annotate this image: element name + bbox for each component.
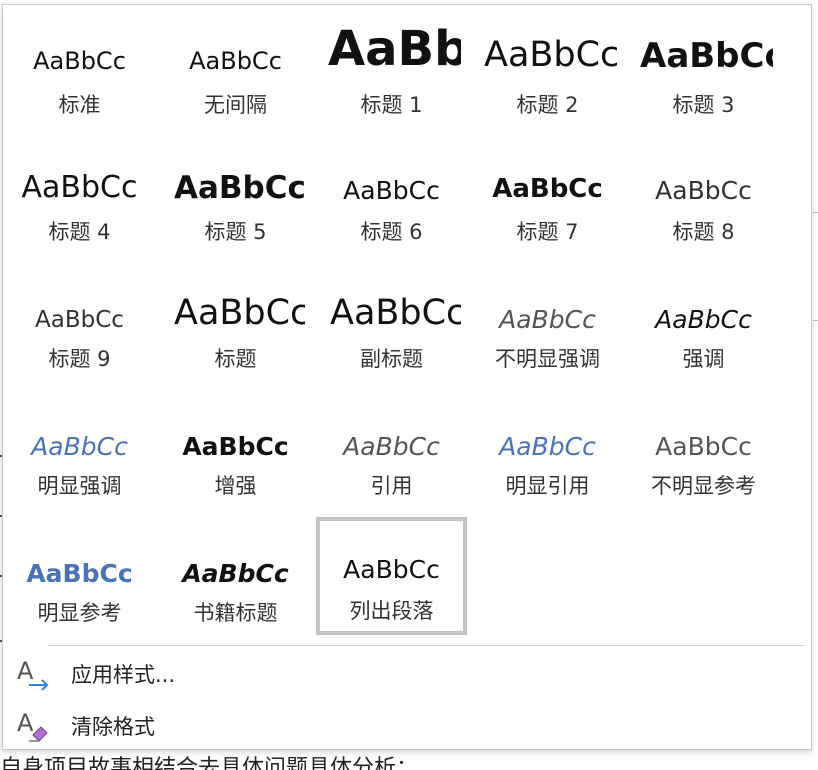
style-name: 标准 <box>58 93 101 117</box>
style-tile-intense-emphasis[interactable]: AaBbCc 明显强调 <box>6 396 153 512</box>
apply-styles-label: 应用样式... <box>71 663 176 687</box>
style-tile-subtle-reference[interactable]: AaBbCc 不明显参考 <box>630 396 777 512</box>
style-name: 标题 2 <box>516 93 579 117</box>
style-preview: AaBbCc <box>182 559 289 588</box>
document-ruler-mark <box>813 212 818 213</box>
style-name: 书籍标题 <box>193 601 278 625</box>
style-tile-subtle-emphasis[interactable]: AaBbCc 不明显强调 <box>474 269 621 385</box>
style-preview: AaBbCc <box>343 432 440 461</box>
style-preview: AaBbCc <box>174 293 305 333</box>
style-tile-normal[interactable]: AaBbCc 标准 <box>6 15 153 131</box>
style-tile-heading-5[interactable]: AaBbCc 标题 5 <box>162 142 309 258</box>
style-preview: AaBbCc <box>492 174 603 204</box>
style-name: 标题 1 <box>360 93 423 117</box>
style-name: 标题 9 <box>48 347 111 371</box>
style-tile-book-title[interactable]: AaBbCc 书籍标题 <box>162 523 309 639</box>
style-tile-heading-6[interactable]: AaBbCc 标题 6 <box>318 142 465 258</box>
style-tile-intense-reference[interactable]: AaBbCc 明显参考 <box>6 523 153 639</box>
style-name: 不明显参考 <box>651 474 756 498</box>
style-tile-quote[interactable]: AaBbCc 引用 <box>318 396 465 512</box>
style-tile-heading-3[interactable]: AaBbCc 标题 3 <box>630 15 777 131</box>
menu-divider <box>47 645 805 646</box>
style-name: 强调 <box>682 347 725 371</box>
document-background-edge <box>811 0 818 770</box>
style-name: 引用 <box>370 474 413 498</box>
style-name: 副标题 <box>360 347 423 371</box>
svg-text:A: A <box>17 657 34 685</box>
style-preview: AaBbCc <box>499 305 596 334</box>
style-preview: AaBbCc <box>655 432 752 461</box>
style-preview: AaBbCc <box>343 176 440 205</box>
style-name: 不明显强调 <box>495 347 600 371</box>
style-name: 明显引用 <box>505 474 590 498</box>
style-preview: AaBbCc <box>189 47 282 75</box>
style-name: 明显强调 <box>37 474 122 498</box>
style-name: 列出段落 <box>349 599 434 623</box>
style-name: 标题 4 <box>48 220 111 244</box>
style-preview: AaBbCc <box>484 35 617 75</box>
style-tile-heading-7[interactable]: AaBbCc 标题 7 <box>474 142 621 258</box>
style-name: 标题 8 <box>672 220 735 244</box>
style-name: 标题 5 <box>204 220 267 244</box>
style-preview: AaBbCc <box>640 36 773 76</box>
style-preview: AaBbCc <box>343 555 440 584</box>
style-tile-list-paragraph[interactable]: AaBbCc 列出段落 <box>316 517 467 635</box>
style-tile-subtitle[interactable]: AaBbCc 副标题 <box>318 269 465 385</box>
document-text-line: 自身项目故事相结合去具体问题具体分析： <box>0 756 419 770</box>
style-preview: AaBbCc <box>328 21 461 77</box>
style-tile-no-spacing[interactable]: AaBbCc 无间隔 <box>162 15 309 131</box>
svg-text:A: A <box>17 709 34 737</box>
apply-styles-icon: A <box>15 655 51 691</box>
style-preview: AaBbCc <box>330 293 461 333</box>
style-tile-heading-2[interactable]: AaBbCc 标题 2 <box>474 15 621 131</box>
style-preview: AaBbCc <box>655 176 752 205</box>
style-tile-heading-8[interactable]: AaBbCc 标题 8 <box>630 142 777 258</box>
style-name: 无间隔 <box>204 93 267 117</box>
style-preview: AaBbCc <box>499 432 596 461</box>
style-name: 标题 3 <box>672 93 735 117</box>
style-preview: AaBbCc <box>31 432 128 461</box>
style-name: 标题 <box>214 347 257 371</box>
style-tile-heading-1[interactable]: AaBbCc 标题 1 <box>318 15 465 131</box>
style-preview: AaBbCc <box>655 305 752 334</box>
style-preview: AaBbCc <box>35 307 124 333</box>
style-preview: AaBbCc <box>182 432 289 461</box>
styles-gallery: AaBbCc 标准 AaBbCc 无间隔 AaBbCc 标题 1 AaBbCc … <box>3 5 811 645</box>
style-name: 标题 6 <box>360 220 423 244</box>
clear-formatting-icon: A <box>15 707 51 743</box>
apply-styles-menu-item[interactable]: A 应用样式... <box>11 649 801 697</box>
clear-formatting-menu-item[interactable]: A 清除格式 <box>11 701 801 749</box>
clear-formatting-label: 清除格式 <box>71 715 155 739</box>
style-name: 标题 7 <box>516 220 579 244</box>
style-tile-intense-quote[interactable]: AaBbCc 明显引用 <box>474 396 621 512</box>
style-tile-heading-9[interactable]: AaBbCc 标题 9 <box>6 269 153 385</box>
style-tile-strong[interactable]: AaBbCc 增强 <box>162 396 309 512</box>
styles-dropdown-panel: AaBbCc 标准 AaBbCc 无间隔 AaBbCc 标题 1 AaBbCc … <box>2 4 812 750</box>
document-ruler-mark <box>813 320 818 321</box>
style-tile-heading-4[interactable]: AaBbCc 标题 4 <box>6 142 153 258</box>
style-preview: AaBbCc <box>33 47 126 75</box>
style-name: 明显参考 <box>37 601 122 625</box>
style-preview: AaBbCc <box>21 170 138 205</box>
style-tile-emphasis[interactable]: AaBbCc 强调 <box>630 269 777 385</box>
style-preview: AaBbCc <box>26 559 133 588</box>
style-preview: AaBbCc <box>174 170 305 206</box>
style-tile-title[interactable]: AaBbCc 标题 <box>162 269 309 385</box>
style-name: 增强 <box>214 474 257 498</box>
